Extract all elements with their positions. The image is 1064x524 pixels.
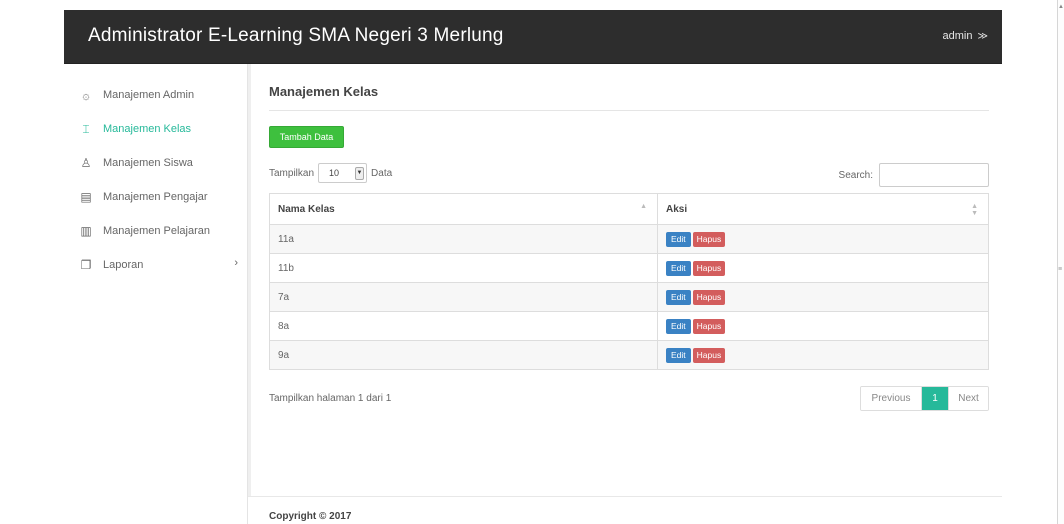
delete-button[interactable]: Hapus [692,318,726,334]
report-icon: ❐ [80,258,92,272]
column-header-nama-kelas[interactable]: Nama Kelas ▲ [269,193,658,225]
dropdown-arrow-icon: ▼ [355,166,365,180]
table-row: 11b Edit Hapus [269,253,989,283]
table-row: 11a Edit Hapus [269,224,989,254]
edit-button[interactable]: Edit [666,318,691,334]
edit-button[interactable]: Edit [666,260,691,276]
sidebar-item-label: Manajemen Kelas [103,123,192,135]
length-suffix-label: Data [371,167,393,179]
sort-asc-icon: ▲ [640,203,647,210]
sidebar-item-label: Laporan [103,259,144,271]
sidebar-item-pengajar[interactable]: ▤ Manajemen Pengajar [78,187,238,207]
sort-icon: ▲ ▼ [971,203,978,217]
cell-actions: Edit Hapus [657,340,989,370]
sidebar-item-label: Manajemen Pelajaran [103,225,211,237]
cell-actions: Edit Hapus [657,253,989,283]
add-data-button[interactable]: Tambah Data [269,126,344,148]
sidebar: ۞ Manajemen Admin ⌶ Manajemen Kelas ♙ Ma… [64,64,251,524]
sidebar-item-label: Manajemen Admin [103,89,195,101]
kelas-table: Nama Kelas ▲ Aksi ▲ ▼ 11a Edit Hapus 11b… [269,193,989,370]
settings-icon: ۞ [82,88,90,102]
search-input[interactable] [879,163,989,187]
cell-actions: Edit Hapus [657,282,989,312]
table-row: 8a Edit Hapus [269,311,989,341]
sidebar-item-siswa[interactable]: ♙ Manajemen Siswa [78,153,238,173]
window-scrollbar[interactable]: ▲ ≡ [1043,0,1064,524]
top-navbar: Administrator E-Learning SMA Negeri 3 Me… [64,10,1002,64]
scroll-grip-icon[interactable]: ≡ [1058,266,1062,273]
cell-nama-kelas: 7a [269,282,658,312]
cell-nama-kelas: 11b [269,253,658,283]
scrollbar-track[interactable] [1057,0,1064,524]
delete-button[interactable]: Hapus [692,260,726,276]
footer: Copyright © 2017 [248,496,1002,524]
sidebar-item-label: Manajemen Pengajar [103,191,208,203]
cell-nama-kelas: 8a [269,311,658,341]
copyright-text: Copyright © 2017 [269,511,352,522]
app-window: Administrator E-Learning SMA Negeri 3 Me… [64,10,1002,524]
search-label: Search: [838,169,873,181]
pagination-next[interactable]: Next [948,387,988,410]
pagination-page-current[interactable]: 1 [922,387,948,410]
scroll-up-icon[interactable]: ▲ [1058,4,1064,10]
delete-button[interactable]: Hapus [692,347,726,363]
edit-button[interactable]: Edit [666,289,691,305]
pagination-previous[interactable]: Previous [861,387,922,410]
pagination: Previous 1 Next [860,386,989,411]
cell-actions: Edit Hapus [657,224,989,254]
table-info: Tampilkan halaman 1 dari 1 [269,393,392,404]
book-icon: ▥ [80,224,92,238]
chevron-right-icon: › [234,257,238,269]
table-icon: ⌶ [82,121,90,136]
chevron-down-icon: ≫ [977,31,988,42]
user-name: admin [942,30,973,42]
sidebar-item-pelajaran[interactable]: ▥ Manajemen Pelajaran [78,221,238,241]
edit-button[interactable]: Edit [666,347,691,363]
length-prefix-label: Tampilkan [269,167,315,179]
table-row: 9a Edit Hapus [269,340,989,370]
page-length-control: Tampilkan 10 ▼ Data [269,163,392,183]
delete-button[interactable]: Hapus [692,289,726,305]
title-divider [269,110,989,111]
id-card-icon: ▤ [80,190,92,204]
page-title: Manajemen Kelas [269,84,379,99]
cell-actions: Edit Hapus [657,311,989,341]
user-icon: ♙ [80,156,92,170]
app-title: Administrator E-Learning SMA Negeri 3 Me… [88,25,504,46]
delete-button[interactable]: Hapus [692,231,726,247]
search-control: Search: [839,163,989,187]
cell-nama-kelas: 11a [269,224,658,254]
edit-button[interactable]: Edit [666,231,691,247]
page-length-value: 10 [329,168,340,178]
page-length-select[interactable]: 10 ▼ [318,163,368,183]
column-header-aksi[interactable]: Aksi ▲ ▼ [657,193,989,225]
user-menu[interactable]: admin ≫ [943,30,989,42]
cell-nama-kelas: 9a [269,340,658,370]
sidebar-item-kelas[interactable]: ⌶ Manajemen Kelas [78,119,238,139]
table-row: 7a Edit Hapus [269,282,989,312]
sidebar-item-laporan[interactable]: ❐ Laporan › [78,255,238,275]
sidebar-item-label: Manajemen Siswa [103,157,193,169]
sidebar-item-admin[interactable]: ۞ Manajemen Admin [78,85,238,105]
